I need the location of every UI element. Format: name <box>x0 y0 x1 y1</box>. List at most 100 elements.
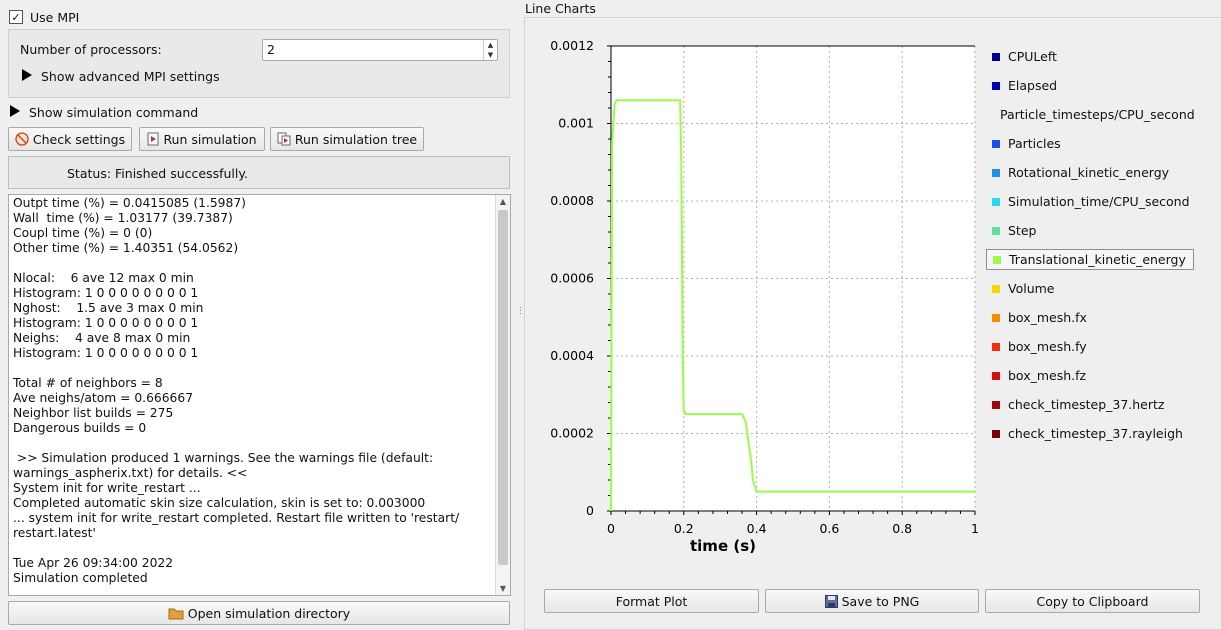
check-mark-icon: ✓ <box>11 10 21 24</box>
legend-item[interactable]: Particle_timesteps/CPU_second <box>986 104 1195 125</box>
log-line: Tue Apr 26 09:34:00 2022 <box>13 556 174 570</box>
legend-swatch <box>992 371 1000 380</box>
log-text: Outpt time (%) = 0.0415085 (1.5987) Wall … <box>13 196 494 586</box>
spin-down-icon[interactable]: ▼ <box>484 50 497 60</box>
processors-label: Number of processors: <box>20 42 162 57</box>
legend-item[interactable]: Rotational_kinetic_energy <box>986 162 1194 183</box>
legend-item[interactable]: box_mesh.fx <box>986 307 1194 328</box>
legend-label: check_timestep_37.rayleigh <box>1008 426 1183 441</box>
log-line: Nlocal: 6 ave 12 max 0 min <box>13 271 194 285</box>
log-line: ... system init for write_restart comple… <box>13 511 460 525</box>
copy-clipboard-label: Copy to Clipboard <box>1036 593 1149 609</box>
legend-label: Volume <box>1008 281 1055 296</box>
open-directory-label: Open simulation directory <box>187 605 351 621</box>
processors-spinbox[interactable]: 2 ▲ ▼ <box>262 39 498 61</box>
legend-item[interactable]: Step <box>986 220 1194 241</box>
x-tick-label: 0 <box>607 521 615 536</box>
status-box: Status: Finished successfully. <box>8 156 510 189</box>
log-line: Outpt time (%) = 0.0415085 (1.5987) <box>13 196 246 210</box>
format-plot-label: Format Plot <box>615 593 688 609</box>
legend-swatch <box>992 197 1000 206</box>
scroll-up-icon[interactable]: ▲ <box>496 197 510 206</box>
simulation-log[interactable]: Outpt time (%) = 0.0415085 (1.5987) Wall … <box>8 194 511 596</box>
legend-item[interactable]: check_timestep_37.rayleigh <box>986 423 1194 444</box>
advanced-mpi-toggle[interactable]: Show advanced MPI settings <box>41 69 220 84</box>
log-line: Nghost: 1.5 ave 3 max 0 min <box>13 301 204 315</box>
x-tick-label: 0.6 <box>819 521 839 536</box>
check-settings-button[interactable]: Check settings <box>8 127 132 151</box>
legend-swatch <box>992 400 1000 409</box>
format-plot-button[interactable]: Format Plot <box>544 589 759 613</box>
log-line: restart.latest' <box>13 526 96 540</box>
processors-value: 2 <box>267 42 275 57</box>
log-scrollbar[interactable]: ▲ ▼ <box>495 195 510 595</box>
y-tick-label: 0 <box>586 503 594 518</box>
copy-clipboard-button[interactable]: Copy to Clipboard <box>985 589 1200 613</box>
x-tick-label: 0.8 <box>892 521 912 536</box>
log-line: Coupl time (%) = 0 (0) <box>13 226 153 240</box>
legend-label: Particles <box>1008 136 1061 151</box>
x-tick-label: 0.4 <box>747 521 767 536</box>
run-simulation-icon <box>147 132 159 146</box>
log-line: Histogram: 1 0 0 0 0 0 0 0 0 1 <box>13 286 199 300</box>
log-line: Histogram: 1 0 0 0 0 0 0 0 0 1 <box>13 346 199 360</box>
log-line: Dangerous builds = 0 <box>13 421 147 435</box>
legend-label: box_mesh.fx <box>1008 310 1087 325</box>
legend-item[interactable]: box_mesh.fy <box>986 336 1194 357</box>
save-disk-icon <box>824 594 838 608</box>
line-chart: 0 0.2 0.4 0.6 0.8 1 0 0.0002 0.0004 0.0006 0.0008 0… <box>550 38 979 555</box>
save-png-label: Save to PNG <box>841 593 920 609</box>
scrollbar-thumb[interactable] <box>498 210 508 565</box>
log-line: Ave neighs/atom = 0.666667 <box>13 391 194 405</box>
folder-icon <box>168 608 184 620</box>
save-png-button[interactable]: Save to PNG <box>765 589 979 613</box>
legend-item[interactable]: Particles <box>986 133 1194 154</box>
legend-item[interactable]: check_timestep_37.hertz <box>986 394 1194 415</box>
legend-label: check_timestep_37.hertz <box>1008 397 1165 412</box>
legend-swatch <box>992 81 1000 90</box>
chart-panel-title: Line Charts <box>525 1 596 16</box>
run-simulation-label: Run simulation <box>163 131 257 147</box>
legend-swatch <box>992 429 1000 438</box>
log-line: Other time (%) = 1.40351 (54.0562) <box>13 241 239 255</box>
y-tick-label: 0.001 <box>558 116 594 131</box>
run-simulation-tree-button[interactable]: Run simulation tree <box>270 127 424 151</box>
check-settings-icon <box>15 132 29 146</box>
run-tree-icon <box>277 132 291 146</box>
log-line: Neighbor list builds = 275 <box>13 406 174 420</box>
spin-up-icon[interactable]: ▲ <box>484 40 497 50</box>
expand-arrow-icon[interactable] <box>22 69 32 81</box>
legend-label: Particle_timesteps/CPU_second <box>1000 107 1195 122</box>
simulation-command-toggle[interactable]: Show simulation command <box>29 105 198 120</box>
x-tick-label: 1 <box>971 521 979 536</box>
legend-label: Rotational_kinetic_energy <box>1008 165 1170 180</box>
log-line: Histogram: 1 0 0 0 0 0 0 0 0 1 <box>13 316 199 330</box>
use-mpi-checkbox[interactable]: ✓ <box>9 10 23 24</box>
y-tick-label: 0.0012 <box>550 38 594 53</box>
legend-item[interactable]: Translational_kinetic_energy <box>986 249 1194 270</box>
legend-item[interactable]: Elapsed <box>986 75 1194 96</box>
legend-item[interactable]: Simulation_time/CPU_second <box>986 191 1194 212</box>
legend-label: Elapsed <box>1008 78 1058 93</box>
splitter-handle[interactable] <box>520 305 522 321</box>
log-line: warnings_aspherix.txt) for details. << <box>13 466 248 480</box>
legend-swatch <box>992 313 1000 322</box>
open-simulation-directory-button[interactable]: Open simulation directory <box>8 601 510 625</box>
run-simulation-button[interactable]: Run simulation <box>139 127 265 151</box>
legend-item[interactable]: box_mesh.fz <box>986 365 1194 386</box>
legend-swatch <box>992 342 1000 351</box>
x-tick-label: 0.2 <box>674 521 694 536</box>
expand-arrow-icon[interactable] <box>10 105 20 117</box>
legend-swatch <box>992 139 1000 148</box>
scroll-down-icon[interactable]: ▼ <box>496 584 510 593</box>
legend-item[interactable]: Volume <box>986 278 1194 299</box>
legend-swatch <box>993 255 1001 264</box>
legend-item[interactable]: CPULeft <box>986 46 1194 67</box>
log-line: System init for write_restart ... <box>13 481 201 495</box>
legend-swatch <box>992 284 1000 293</box>
y-tick-label: 0.0002 <box>550 426 594 441</box>
use-mpi-label: Use MPI <box>30 10 80 25</box>
legend-label: Simulation_time/CPU_second <box>1008 194 1190 209</box>
